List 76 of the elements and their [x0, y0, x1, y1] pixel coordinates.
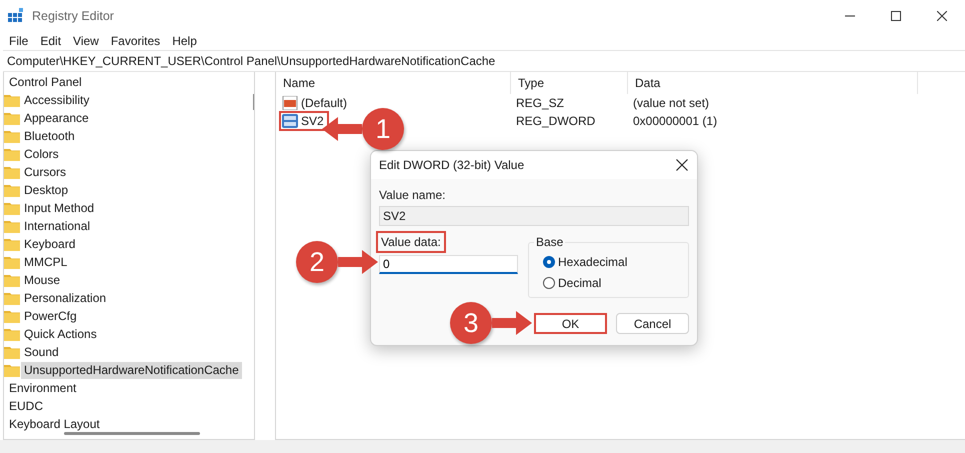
column-header[interactable]: Name [276, 72, 511, 94]
radio-button[interactable] [543, 276, 555, 288]
column-header[interactable]: Data [628, 72, 918, 94]
tree-item[interactable]: EUDC [6, 398, 46, 414]
value-name-field[interactable]: SV2 [379, 206, 689, 226]
menu-item[interactable]: File [4, 34, 34, 48]
tree-item[interactable]: Sound [21, 344, 62, 360]
radio-label[interactable]: Hexadecimal [558, 254, 628, 268]
field-label: Value name: [379, 188, 446, 202]
value-name[interactable]: SV2 [281, 113, 327, 129]
address-bar[interactable]: Computer\HKEY_CURRENT_USER\Control Panel\UnsupportedHardwareNotificationCache [3, 50, 965, 72]
value-data-field[interactable]: 0 [379, 255, 518, 274]
column-header[interactable]: Type [511, 72, 628, 94]
value-name-text: SV2 [301, 114, 324, 128]
folder-icon [4, 183, 20, 197]
radio-button[interactable] [543, 256, 555, 268]
tree-item[interactable]: Quick Actions [21, 326, 100, 342]
folder-icon [4, 345, 20, 359]
tree-item[interactable]: PowerCfg [21, 308, 80, 324]
tree-item[interactable]: MMCPL [21, 254, 70, 270]
tree-item[interactable]: Keyboard Layout [6, 416, 103, 432]
folder-icon [4, 165, 20, 179]
folder-icon [4, 273, 20, 287]
tree-item[interactable]: UnsupportedHardwareNotificationCache [21, 362, 242, 378]
tree-item[interactable]: Personalization [21, 290, 110, 306]
folder-icon [4, 111, 20, 125]
table-cell-text: (value not set) [632, 96, 710, 110]
string-value-icon [282, 96, 298, 110]
value-name-text: (Default) [301, 96, 348, 110]
field-label: Value data: [379, 234, 443, 250]
menu-item[interactable]: View [68, 34, 104, 48]
callout-arrow [338, 250, 378, 274]
tree-item[interactable]: Accessibility [21, 92, 92, 108]
tree-item[interactable]: Mouse [21, 272, 64, 288]
close-icon[interactable] [676, 159, 688, 171]
dialog-button[interactable]: OK [534, 313, 607, 334]
registry-icon [8, 8, 24, 24]
maximize-icon[interactable] [891, 11, 901, 21]
folder-icon [4, 237, 20, 251]
tree-item[interactable]: Colors [21, 146, 62, 162]
table-cell-text: 0x00000001 (1) [632, 114, 718, 128]
tree-item[interactable]: Control Panel [6, 74, 85, 90]
tree-item[interactable]: Desktop [21, 182, 72, 198]
folder-icon [4, 327, 20, 341]
dialog-title: Edit DWORD (32-bit) Value [379, 158, 526, 172]
table-cell-text: REG_DWORD [515, 114, 596, 128]
window-title: Registry Editor [32, 9, 115, 23]
close-icon[interactable] [937, 11, 947, 21]
tree-item[interactable]: Cursors [21, 164, 70, 180]
folder-icon [4, 129, 20, 143]
folder-icon [4, 201, 20, 215]
folder-icon [4, 93, 20, 107]
radio-label[interactable]: Decimal [558, 276, 602, 290]
callout-arrow [492, 311, 532, 335]
tree-item[interactable]: Environment [6, 380, 80, 396]
tree-item[interactable]: Appearance [21, 110, 92, 126]
folder-icon [4, 219, 20, 233]
menu-item[interactable]: Help [167, 34, 202, 48]
scrollbar-thumb[interactable] [64, 432, 200, 435]
folder-icon [4, 255, 20, 269]
tree-item[interactable]: Bluetooth [21, 128, 78, 144]
folder-icon [4, 291, 20, 305]
value-name[interactable]: (Default) [281, 95, 350, 111]
folder-icon [4, 309, 20, 323]
callout-arrow [322, 117, 362, 141]
table-cell-text: REG_SZ [515, 96, 566, 110]
tree-item[interactable]: International [21, 218, 94, 234]
dialog-button[interactable]: Cancel [616, 313, 689, 334]
tree-item[interactable]: Input Method [21, 200, 98, 216]
group-label: Base [534, 235, 566, 249]
menu-item[interactable]: Edit [35, 34, 66, 48]
tree-item[interactable]: Keyboard [21, 236, 78, 252]
binary-value-icon [282, 114, 298, 128]
folder-icon [4, 147, 20, 161]
folder-icon [4, 363, 20, 377]
menu-item[interactable]: Favorites [106, 34, 166, 48]
